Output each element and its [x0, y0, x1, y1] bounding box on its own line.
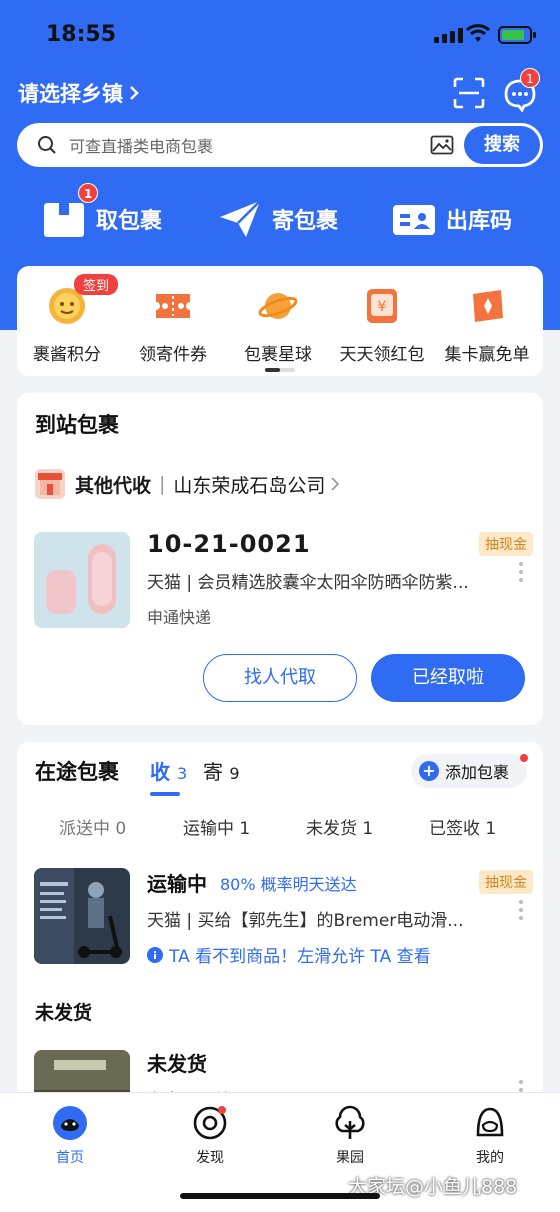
parcel-eta: 80% 概率明天送达 [220, 875, 357, 894]
pickup-parcel-label: 取包裹 [96, 209, 163, 234]
coupon-icon [153, 286, 193, 326]
planet-icon [258, 286, 298, 326]
services-pager [265, 368, 295, 372]
tab-orchard[interactable]: 果园 [310, 1105, 390, 1167]
service-label: 包裹星球 [244, 345, 312, 365]
town-selector[interactable]: 请选择乡镇 [18, 78, 139, 108]
service-planet[interactable]: 包裹星球 [226, 286, 330, 365]
subtab-delivering[interactable]: 派送中 0 [59, 814, 126, 839]
arrived-parcels-card: 到站包裹 其他代收 | 山东荣成石岛公司 10-21-0021 抽现金 天猫 |… [17, 393, 543, 725]
message-button[interactable]: 1 [502, 68, 540, 113]
id-card-icon [392, 197, 436, 241]
parcel-thumbnail[interactable] [34, 532, 130, 628]
in-transit-card: 在途包裹 收 3 寄 9 + 添加包裹 派送中 0 运输中 1 未发货 1 已签… [17, 742, 543, 1102]
paper-plane-icon [218, 197, 262, 241]
search-button[interactable]: 搜索 [464, 126, 540, 164]
tab-active-indicator [150, 792, 180, 796]
package-icon: 1 [42, 183, 99, 241]
status-time: 18:55 [46, 22, 117, 47]
red-packet-icon: ¥ [362, 286, 402, 326]
tab-label: 发现 [196, 1150, 224, 1166]
pickup-parcel-button[interactable]: 1 取包裹 [42, 183, 163, 246]
pickup-code-label: 出库码 [446, 209, 513, 234]
tab-receive-count: 3 [176, 764, 188, 783]
service-label: 裹酱积分 [33, 345, 101, 365]
notification-dot [520, 754, 528, 762]
parcel-status: 运输中 [147, 872, 207, 896]
subtab-in-transit[interactable]: 运输中 1 [183, 814, 250, 839]
battery-icon [498, 26, 536, 44]
cash-lottery-tag[interactable]: 抽现金 [479, 870, 533, 894]
station-type: 其他代收 [75, 474, 152, 497]
station-info[interactable]: 其他代收 | 山东荣成石岛公司 [35, 469, 340, 499]
service-label: 领寄件券 [139, 345, 207, 365]
search-icon [38, 136, 56, 154]
chevron-right-icon [331, 477, 340, 491]
parcel-pickup-code: 10-21-0021 [147, 530, 311, 558]
home-indicator [180, 1193, 380, 1199]
home-icon [52, 1105, 88, 1141]
service-coupon[interactable]: 领寄件券 [121, 286, 225, 365]
chevron-right-icon [130, 86, 139, 100]
tab-send[interactable]: 寄 9 [203, 756, 240, 785]
search-input[interactable]: 可查直播类电商包裹 [69, 133, 430, 157]
scan-icon[interactable] [452, 76, 486, 110]
add-parcel-button[interactable]: + 添加包裹 [411, 754, 527, 788]
orchard-icon [332, 1105, 368, 1141]
service-label: 天天领红包 [339, 345, 425, 365]
find-proxy-button[interactable]: 找人代取 [203, 654, 357, 702]
tab-send-label: 寄 [203, 760, 223, 784]
subtab-unshipped[interactable]: 未发货 1 [306, 814, 373, 839]
more-options-icon[interactable] [519, 900, 523, 924]
more-options-icon[interactable] [519, 562, 523, 586]
picked-up-button[interactable]: 已经取啦 [371, 654, 525, 702]
image-search-icon[interactable] [430, 135, 454, 155]
service-red-packet[interactable]: ¥ 天天领红包 [330, 286, 434, 365]
checkin-tag[interactable]: 签到 [74, 274, 119, 295]
service-collect-cards[interactable]: 集卡赢免单 [435, 286, 539, 365]
info-icon [147, 946, 163, 963]
pickup-code-button[interactable]: 出库码 [392, 192, 512, 246]
visibility-notice-text: TA 看不到商品！左滑允许 TA 查看 [169, 947, 431, 967]
tab-label: 首页 [56, 1150, 84, 1166]
search-bar[interactable]: 可查直播类电商包裹 搜索 [17, 123, 543, 167]
tab-receive[interactable]: 收 3 [150, 756, 187, 785]
plus-icon: + [419, 761, 439, 781]
tab-label: 我的 [476, 1150, 504, 1166]
tab-send-count: 9 [229, 764, 240, 783]
tab-profile[interactable]: 我的 [450, 1105, 530, 1167]
svg-text:¥: ¥ [378, 299, 387, 315]
cash-lottery-tag[interactable]: 抽现金 [479, 532, 533, 556]
tab-home[interactable]: 首页 [30, 1105, 110, 1167]
message-badge: 1 [520, 68, 540, 88]
tab-receive-label: 收 [150, 760, 170, 784]
cellular-signal-icon [434, 28, 463, 43]
courier-name: 申通快递 [147, 608, 212, 627]
shop-icon [35, 469, 65, 499]
tab-label: 果园 [336, 1150, 364, 1166]
transit-title: 在途包裹 [35, 760, 119, 784]
status-bar: 18:55 [0, 0, 560, 70]
parcel-thumbnail[interactable] [34, 868, 130, 964]
parcel-status: 未发货 [147, 1052, 207, 1076]
pickup-badge: 1 [78, 183, 99, 203]
service-points[interactable]: 裹酱积分 [15, 286, 119, 365]
profile-icon [472, 1105, 508, 1141]
parcel-description: 天猫 | 买给【郭先生】的Bremer电动滑... [147, 911, 464, 931]
unshipped-section-title: 未发货 [35, 1002, 93, 1024]
card-icon [467, 286, 507, 326]
wifi-icon [466, 24, 490, 42]
add-parcel-label: 添加包裹 [445, 763, 510, 782]
parcel-description: 天猫 | 会员精选胶囊伞太阳伞防晒伞防紫... [147, 573, 469, 593]
tab-discover[interactable]: 发现 [170, 1105, 250, 1167]
send-parcel-label: 寄包裹 [272, 209, 339, 234]
subtab-signed[interactable]: 已签收 1 [429, 814, 496, 839]
send-parcel-button[interactable]: 寄包裹 [218, 192, 338, 246]
arrived-title: 到站包裹 [35, 413, 119, 437]
service-label: 集卡赢免单 [444, 345, 530, 365]
town-selector-label: 请选择乡镇 [18, 82, 123, 106]
visibility-notice[interactable]: TA 看不到商品！左滑允许 TA 查看 [147, 942, 431, 967]
eye-icon [192, 1105, 228, 1141]
station-name: 山东荣成石岛公司 [173, 474, 326, 497]
